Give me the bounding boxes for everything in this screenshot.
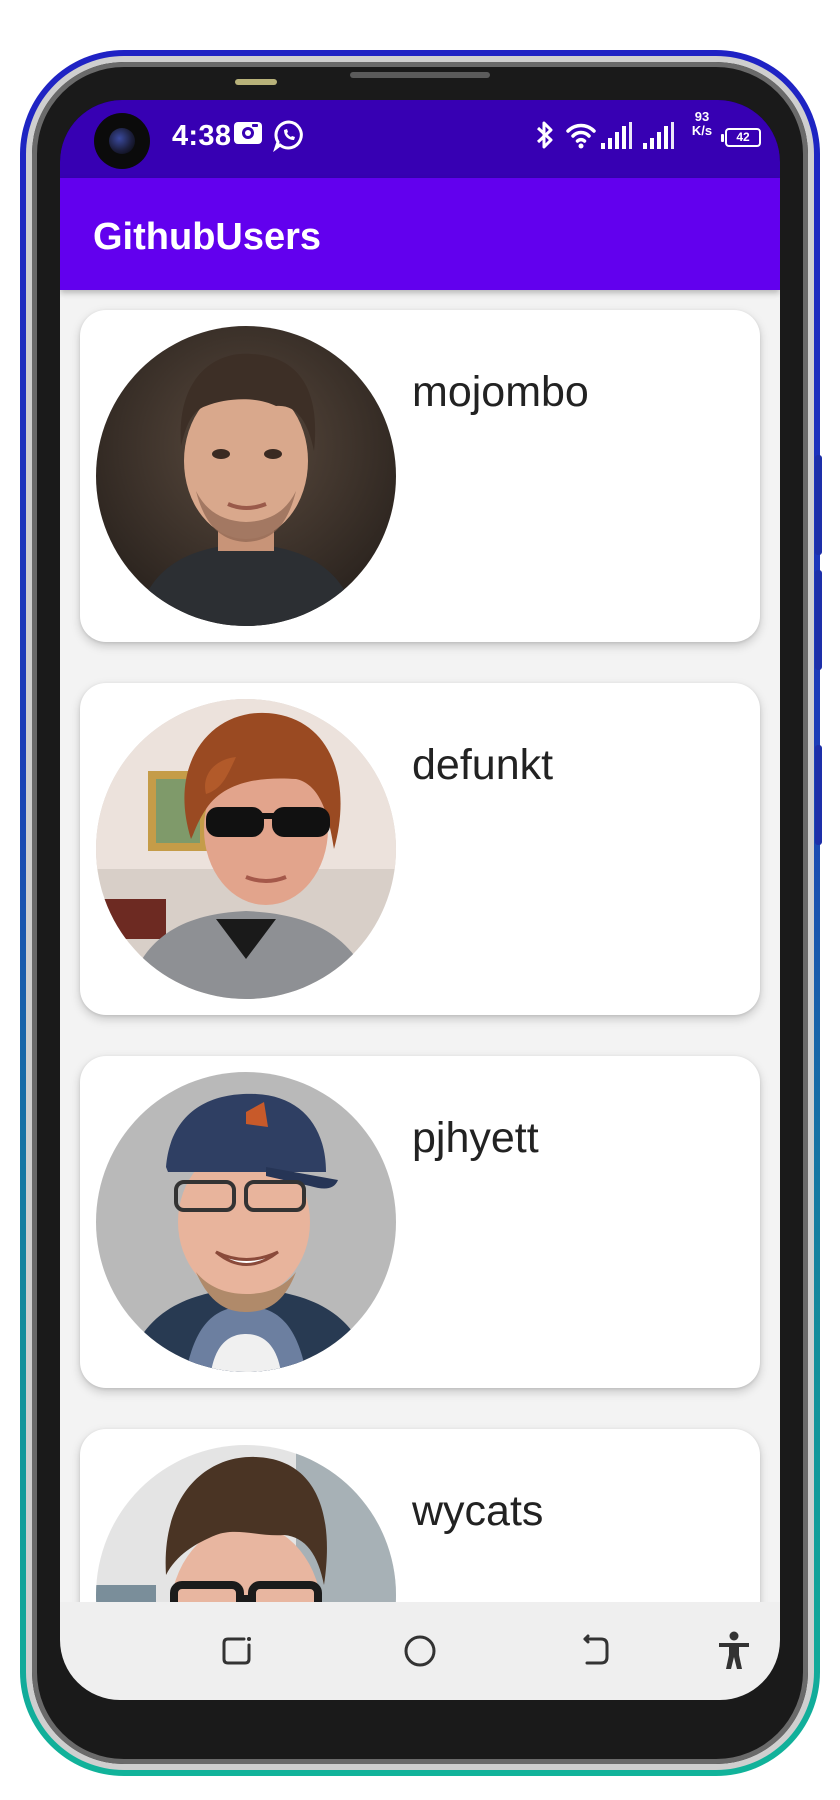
battery-indicator: 42 — [721, 128, 761, 147]
signal-icon — [642, 122, 676, 155]
portrait-image — [96, 326, 396, 626]
user-avatar[interactable] — [96, 699, 396, 999]
home-button[interactable] — [397, 1628, 443, 1674]
status-time: 4:38 — [172, 120, 232, 152]
front-camera — [94, 113, 150, 169]
app-bar: GithubUsers — [60, 178, 780, 290]
power-key — [815, 745, 822, 845]
recents-icon — [222, 1637, 251, 1665]
wifi-icon — [565, 120, 597, 155]
user-login: pjhyett — [412, 1114, 539, 1162]
phone-screen: 4:38 93 K/s 42 GithubUsers mojombo defun… — [60, 100, 780, 1700]
back-button[interactable] — [573, 1628, 619, 1674]
user-card[interactable]: wycats — [80, 1429, 760, 1602]
network-speed-unit: K/s — [691, 123, 713, 138]
portrait-image — [96, 699, 396, 999]
notification-app-icon — [232, 118, 264, 153]
network-speed: 93 K/s — [684, 110, 720, 138]
device-frame: 4:38 93 K/s 42 GithubUsers mojombo defun… — [0, 0, 840, 1800]
user-list[interactable]: mojombo defunkt pjhyett wycats — [60, 290, 780, 1602]
user-avatar[interactable] — [96, 326, 396, 626]
earpiece-speaker — [350, 72, 490, 78]
accessibility-icon — [719, 1631, 749, 1669]
user-card[interactable]: defunkt — [80, 683, 760, 1015]
home-icon — [404, 1635, 436, 1667]
bluetooth-icon — [534, 120, 556, 155]
user-login: defunkt — [412, 741, 554, 789]
back-icon — [583, 1634, 609, 1665]
recents-button[interactable] — [214, 1628, 260, 1674]
user-avatar[interactable] — [96, 1445, 396, 1602]
volume-down-key — [815, 570, 822, 670]
status-bar: 4:38 93 K/s 42 — [60, 100, 780, 178]
portrait-image — [96, 1072, 396, 1372]
app-title: GithubUsers — [93, 216, 322, 258]
volume-up-key — [815, 455, 822, 555]
network-speed-value: 93 — [694, 109, 710, 124]
navigation-bar — [60, 1602, 780, 1700]
portrait-image — [96, 1445, 396, 1602]
user-login: wycats — [412, 1487, 544, 1535]
whatsapp-icon — [272, 118, 306, 157]
proximity-sensor — [235, 79, 277, 85]
user-card[interactable]: pjhyett — [80, 1056, 760, 1388]
user-avatar[interactable] — [96, 1072, 396, 1372]
signal-icon — [600, 122, 634, 155]
accessibility-button[interactable] — [711, 1628, 757, 1674]
user-login: mojombo — [412, 368, 589, 416]
user-card[interactable]: mojombo — [80, 310, 760, 642]
